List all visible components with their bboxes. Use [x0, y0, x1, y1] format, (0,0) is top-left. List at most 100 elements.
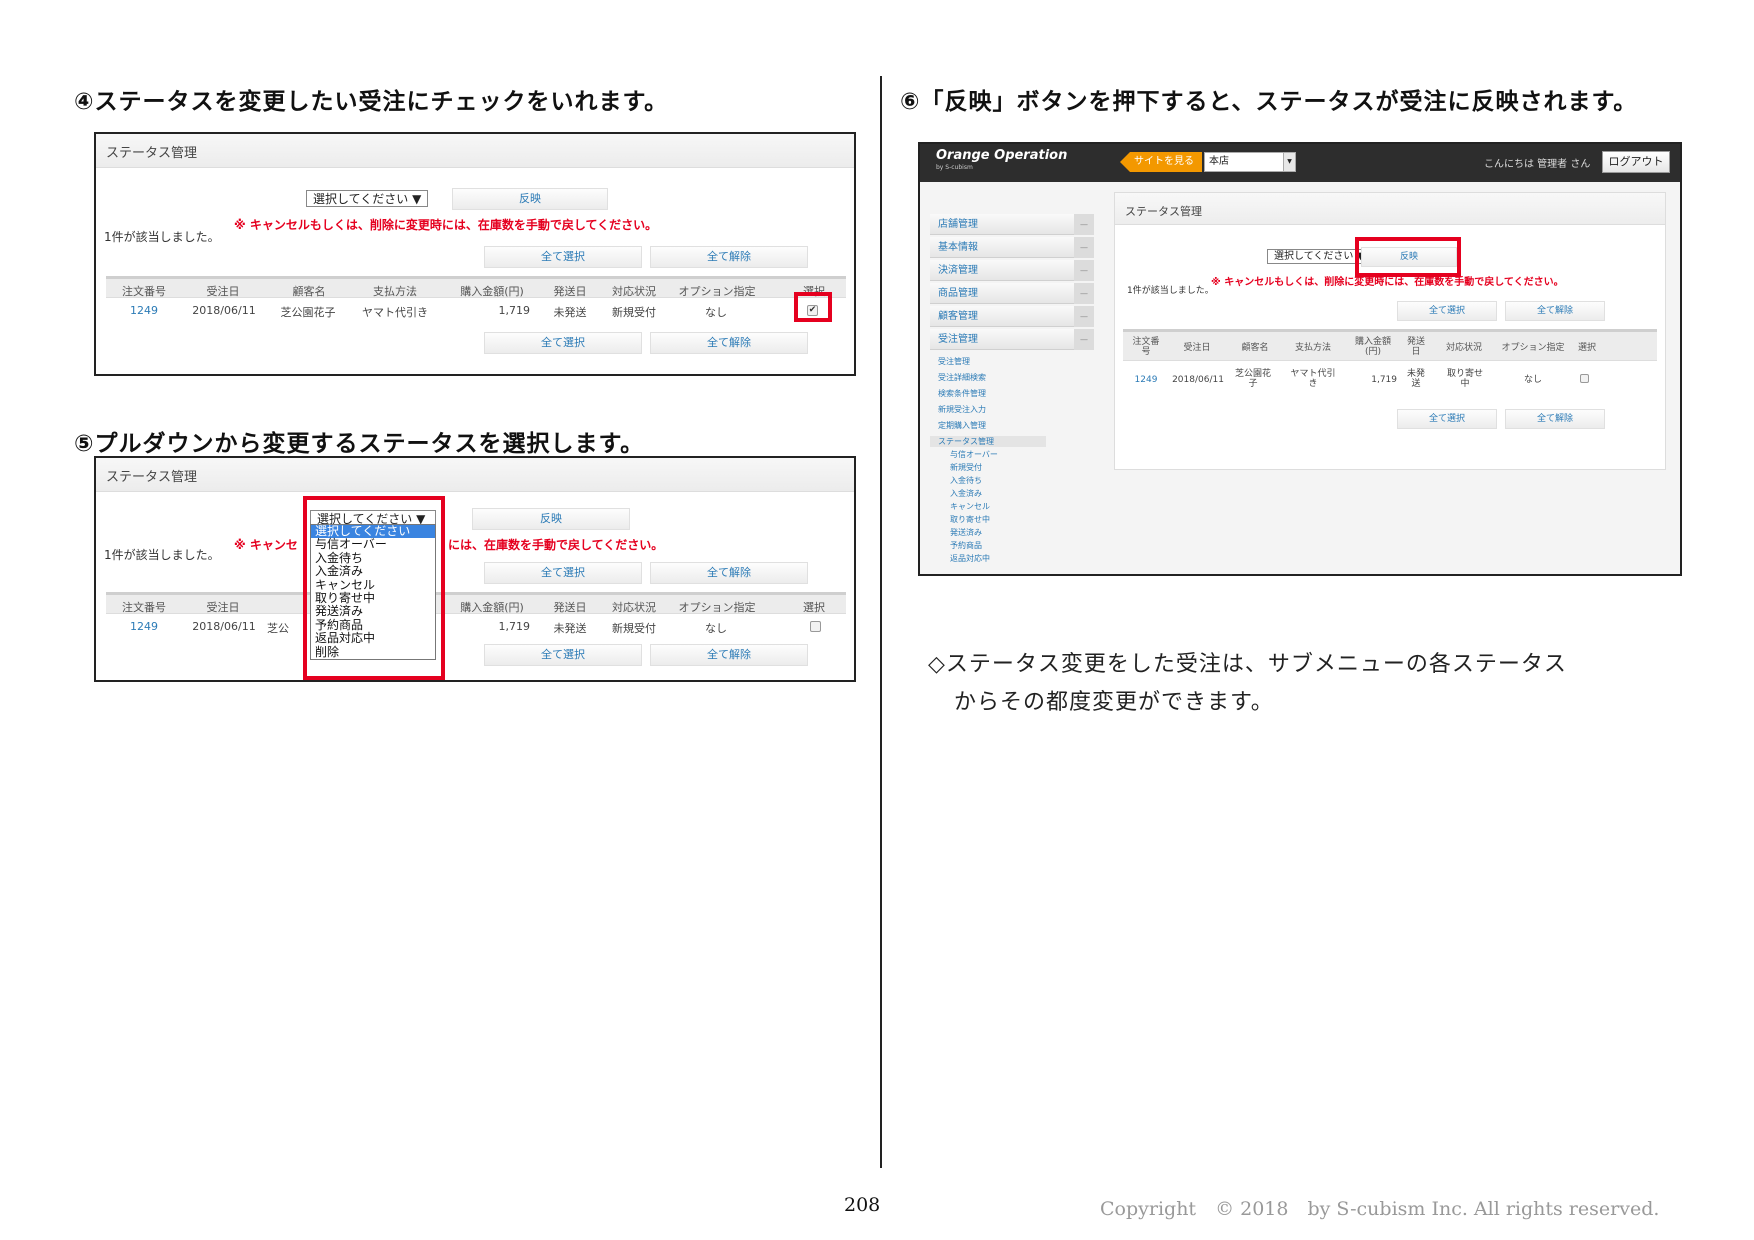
warning-text-right: には、在庫数を手動で戻してください。 [448, 538, 664, 552]
column-divider [880, 76, 882, 1168]
ship-status: 未発送 [553, 622, 587, 635]
chevron-down-icon: ▼ [1283, 153, 1295, 171]
side-menu-item[interactable]: 顧客管理 — [930, 306, 1094, 327]
select-all-button[interactable]: 全て選択 [1397, 301, 1497, 321]
customer-name: 芝公園花子 [1234, 369, 1271, 389]
top-bar: Orange Operation by S-cubism サイトを見る 本店 ▼… [920, 144, 1680, 182]
purchase-amount: 1,719 [498, 620, 531, 633]
step5-heading: ⑤プルダウンから変更するステータスを選択します。 [74, 431, 645, 457]
panel-title: ステータス管理 [96, 458, 854, 492]
select-all-button-bottom[interactable]: 全て選択 [484, 332, 642, 354]
logo-text: Orange Operation [936, 148, 1068, 163]
result-note: 1件が該当しました。 [104, 230, 220, 244]
status-submenu-item[interactable]: 与信オーバー [950, 449, 998, 460]
side-menu-label: 商品管理 [938, 288, 978, 299]
select-all-button[interactable]: 全て選択 [484, 246, 642, 268]
select-all-button[interactable]: 全て選択 [484, 562, 642, 584]
select-all-button-bottom[interactable]: 全て選択 [1397, 409, 1497, 429]
side-menu-label: 顧客管理 [938, 311, 978, 322]
order-date: 2018/06/11 [1172, 375, 1224, 385]
order-date: 2018/06/11 [192, 620, 256, 633]
customer-name-partial: 芝公 [267, 622, 289, 635]
col-date: 受注日 [206, 601, 240, 614]
apply-button[interactable]: 反映 [472, 508, 630, 530]
col-payment: 支払方法 [373, 285, 417, 298]
store-select-value: 本店 [1209, 156, 1229, 167]
chevron-icon: — [1074, 214, 1094, 235]
sub-menu-item[interactable]: 受注詳細検索 [938, 372, 986, 383]
greeting-text: こんにちは 管理者 さん [1484, 159, 1591, 170]
col-ship: 発送日 [553, 285, 587, 298]
sub-menu-item-active[interactable]: ステータス管理 [930, 436, 1046, 447]
status-submenu-item[interactable]: キャンセル [950, 501, 990, 512]
col-date: 受注日 [206, 285, 240, 298]
status-submenu-item[interactable]: 返品対応中 [950, 553, 990, 564]
admin-status-panel: ステータス管理 選択してください ▼ 反映 ※ キャンセルもしくは、削除に変更時… [1114, 192, 1666, 470]
select-all-button-bottom[interactable]: 全て選択 [484, 644, 642, 666]
side-menu-item[interactable]: 店舗管理 — [930, 214, 1094, 235]
status-submenu-item[interactable]: 予約商品 [950, 540, 982, 551]
deselect-all-button[interactable]: 全て解除 [650, 246, 808, 268]
warning-text-left: ※ キャンセ [234, 538, 298, 552]
deselect-all-button[interactable]: 全て解除 [1505, 301, 1605, 321]
col-order-no: 注文番号 [1132, 337, 1160, 357]
app-logo: Orange Operation by S-cubism [936, 148, 1067, 171]
sub-menu-item[interactable]: 受注管理 [938, 356, 970, 367]
ship-status: 未発送 [1406, 369, 1425, 389]
customer-name: 芝公園花子 [280, 306, 336, 319]
deselect-all-button-bottom[interactable]: 全て解除 [650, 644, 808, 666]
copyright-text: Copyright © 2018 by S-cubism Inc. All ri… [1100, 1198, 1660, 1220]
view-site-button[interactable]: サイトを見る [1120, 152, 1202, 172]
highlight-checkbox [794, 292, 832, 322]
store-select[interactable]: 本店 ▼ [1204, 152, 1296, 172]
highlight-apply-button [1355, 237, 1461, 277]
col-amount: 購入金額(円) [1354, 337, 1391, 357]
order-status: 取り寄せ中 [1446, 369, 1483, 389]
status-submenu-item[interactable]: 入金待ち [950, 475, 982, 486]
deselect-all-button-bottom[interactable]: 全て解除 [1505, 409, 1605, 429]
col-date: 受注日 [1183, 343, 1211, 353]
logout-button[interactable]: ログアウト [1602, 151, 1670, 173]
row-checkbox[interactable] [1580, 374, 1589, 383]
status-submenu-item[interactable]: 発送済み [950, 527, 982, 538]
side-menu-item[interactable]: 受注管理 — [930, 329, 1094, 350]
col-amount: 購入金額(円) [460, 285, 524, 298]
sub-menu-item[interactable]: 検索条件管理 [938, 388, 986, 399]
sub-menu-item[interactable]: 定期購入管理 [938, 420, 986, 431]
side-menu-label: 受注管理 [938, 334, 978, 345]
row-checkbox[interactable] [810, 621, 821, 632]
side-menu-label: 決済管理 [938, 265, 978, 276]
side-menu-label: 店舗管理 [938, 219, 978, 230]
side-menu-item[interactable]: 商品管理 — [930, 283, 1094, 304]
deselect-all-button-bottom[interactable]: 全て解除 [650, 332, 808, 354]
status-panel-step4: ステータス管理 選択してください ▼ 反映 1件が該当しました。 ※ キャンセル… [94, 132, 856, 376]
status-submenu-item[interactable]: 取り寄せ中 [950, 514, 990, 525]
col-ship: 発送日 [553, 601, 587, 614]
footnote-line-1: ◇ステータス変更をした受注は、サブメニューの各ステータス [928, 652, 1567, 677]
status-submenu-item[interactable]: 入金済み [950, 488, 982, 499]
page-number: 208 [844, 1194, 881, 1216]
warning-text: ※ キャンセルもしくは、削除に変更時には、在庫数を手動で戻してください。 [1211, 277, 1564, 288]
status-submenu-item[interactable]: 新規受付 [950, 462, 982, 473]
col-option: オプション指定 [678, 285, 756, 298]
admin-screen: Orange Operation by S-cubism サイトを見る 本店 ▼… [918, 142, 1682, 576]
side-menu-item[interactable]: 基本情報 — [930, 237, 1094, 258]
option-value: なし [1523, 375, 1542, 385]
order-no-link[interactable]: 1249 [112, 620, 176, 633]
order-no-link[interactable]: 1249 [112, 304, 176, 317]
option-value: なし [705, 622, 727, 635]
apply-button[interactable]: 反映 [452, 188, 608, 210]
col-order-no: 注文番号 [122, 601, 166, 614]
deselect-all-button[interactable]: 全て解除 [650, 562, 808, 584]
chevron-icon: — [1074, 260, 1094, 281]
status-select[interactable]: 選択してください ▼ [306, 190, 429, 207]
col-status: 対応状況 [612, 601, 656, 614]
sub-menu-item[interactable]: 新規受注入力 [938, 404, 986, 415]
side-menu-item[interactable]: 決済管理 — [930, 260, 1094, 281]
ship-status: 未発送 [553, 306, 587, 319]
panel-title: ステータス管理 [96, 134, 854, 168]
order-no-link[interactable]: 1249 [1129, 375, 1163, 385]
result-note: 1件が該当しました。 [1127, 286, 1214, 296]
col-order-no: 注文番号 [122, 285, 166, 298]
col-payment: 支払方法 [1294, 343, 1331, 353]
